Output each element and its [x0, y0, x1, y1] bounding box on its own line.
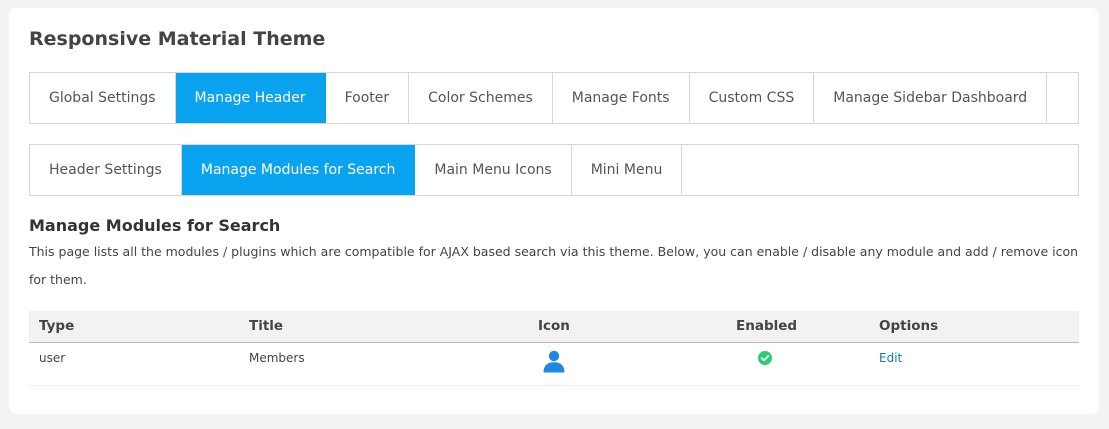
tab-footer[interactable]: Footer [326, 73, 410, 123]
section-description: This page lists all the modules / plugin… [29, 244, 1079, 287]
modules-table: Type Title Icon Enabled Options user Mem… [29, 311, 1079, 386]
main-tabs: Global Settings Manage Header Footer Col… [29, 72, 1079, 124]
column-header-options: Options [879, 318, 939, 334]
tab-manage-sidebar-dashboard[interactable]: Manage Sidebar Dashboard [814, 73, 1048, 123]
tab-custom-css[interactable]: Custom CSS [690, 73, 815, 123]
tab-manage-header[interactable]: Manage Header [175, 73, 326, 123]
tab-manage-modules-for-search[interactable]: Manage Modules for Search [181, 145, 416, 195]
page-title: Responsive Material Theme [29, 28, 326, 50]
enabled-check-icon[interactable] [758, 351, 772, 368]
sub-tabs: Header Settings Manage Modules for Searc… [29, 144, 1079, 196]
table-row: user Members Edit [29, 343, 1079, 386]
cell-title: Members [249, 351, 305, 365]
column-header-enabled: Enabled [736, 318, 798, 334]
tab-color-schemes[interactable]: Color Schemes [409, 73, 553, 123]
tab-main-menu-icons[interactable]: Main Menu Icons [415, 145, 572, 195]
settings-card: Responsive Material Theme Global Setting… [9, 8, 1099, 414]
column-header-type: Type [39, 318, 75, 334]
tab-manage-fonts[interactable]: Manage Fonts [553, 73, 690, 123]
edit-link[interactable]: Edit [879, 351, 902, 365]
table-header: Type Title Icon Enabled Options [29, 311, 1079, 343]
column-header-icon: Icon [538, 318, 570, 334]
cell-type: user [39, 351, 66, 365]
tab-header-settings[interactable]: Header Settings [30, 145, 182, 195]
user-icon [542, 349, 566, 376]
section-title: Manage Modules for Search [29, 216, 281, 235]
column-header-title: Title [249, 318, 284, 334]
tab-global-settings[interactable]: Global Settings [30, 73, 176, 123]
tab-mini-menu[interactable]: Mini Menu [572, 145, 683, 195]
